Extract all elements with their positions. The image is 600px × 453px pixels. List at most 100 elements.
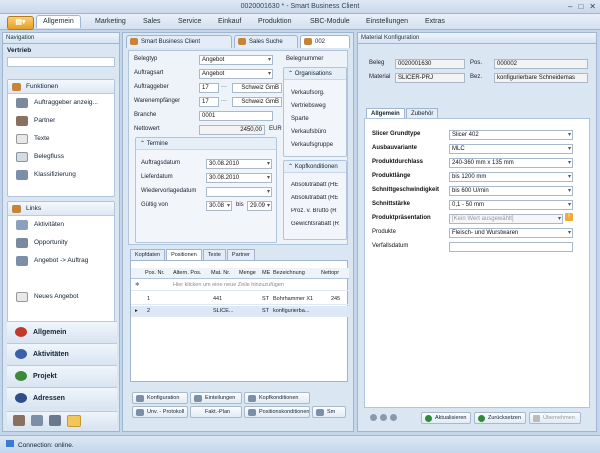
menu-sales[interactable]: Sales — [143, 18, 161, 25]
zuruecksetzen-button[interactable]: Zurücksetzen — [474, 412, 526, 424]
pager-dot-icon[interactable] — [380, 414, 387, 421]
kopfkonditionen-button[interactable]: Kopfkonditionen — [244, 392, 310, 404]
ausbauvariante-select[interactable]: MLC — [449, 144, 573, 154]
nav-item-partner[interactable]: Partner — [8, 112, 114, 130]
nav-search-input[interactable] — [7, 57, 115, 67]
col-pos-nr[interactable]: Pos. Nr. — [145, 270, 165, 276]
tab-partner[interactable]: Partner — [226, 249, 255, 260]
menu-marketing[interactable]: Marketing — [95, 18, 126, 25]
col-bezeichnung[interactable]: Bezeichnung — [273, 270, 305, 276]
label-branche: Branche — [134, 112, 157, 118]
nav-item-texte[interactable]: Texte — [8, 130, 114, 148]
tab-texte[interactable]: Texte — [202, 249, 226, 260]
belegtyp-select[interactable]: Angebot — [199, 55, 273, 65]
tab-document-002[interactable]: 002 — [300, 35, 350, 48]
app-menu-button[interactable]: ▤▾ — [7, 16, 34, 30]
label-pos: Pos. — [470, 60, 483, 66]
conditions-icon — [248, 409, 256, 416]
label-vertriebsweg: Vertriebsweg — [291, 103, 326, 109]
sm-button[interactable]: Sm — [312, 406, 346, 418]
new-row-hint[interactable]: ✱ Hier klicken um eine neue Zeile hinzuz… — [131, 280, 349, 291]
positionskonditionen-button[interactable]: Positionskonditionen — [244, 406, 310, 418]
einteilungen-button[interactable]: Einteilungen — [190, 392, 242, 404]
col-me[interactable]: ME — [262, 270, 270, 276]
schnittstaerke-select[interactable]: 0,1 - 50 mm — [449, 200, 573, 210]
fakt-plan-button[interactable]: Fakt.-Plan — [190, 406, 242, 418]
label-auftragsart: Auftragsart — [134, 70, 164, 76]
conditions-icon — [248, 395, 256, 402]
cell-bez: konfigurierba... — [273, 308, 310, 314]
tools-shortcut-icon[interactable] — [49, 415, 61, 426]
maximize-icon[interactable]: □ — [578, 2, 583, 11]
aktualisieren-button[interactable]: Aktualisieren — [421, 412, 471, 424]
cell-netto: 245 — [331, 296, 341, 302]
gueltig-von-picker[interactable]: 30.08 — [206, 201, 232, 211]
gueltig-bis-picker[interactable]: 29.09 — [247, 201, 272, 211]
branche-input[interactable]: 0001 — [199, 111, 273, 121]
pager-dot-icon[interactable] — [390, 414, 397, 421]
slicer-grundtype-select[interactable]: Slicer 402 — [449, 130, 573, 140]
links-header[interactable]: Links — [8, 202, 114, 216]
nav-big-allgemein[interactable]: Allgemein — [7, 321, 117, 343]
konfiguration-button[interactable]: Konfiguration — [132, 392, 188, 404]
table-row[interactable]: 1 441 ST Bohrhammer X1 245 — [131, 294, 349, 305]
contacts-shortcut-icon[interactable] — [13, 415, 25, 426]
auftragsdatum-picker[interactable]: 30.08.2010 — [206, 159, 272, 169]
verfallsdatum-input[interactable] — [449, 242, 573, 252]
sales-shortcut-icon[interactable] — [67, 415, 81, 427]
menu-einstellungen[interactable]: Einstellungen — [366, 18, 408, 25]
produktlaenge-select[interactable]: bis 1200 mm — [449, 172, 573, 182]
nav-item-angebot-auftrag[interactable]: Angebot -> Auftrag — [8, 252, 114, 270]
nav-big-aktivitaeten[interactable]: Aktivitäten — [7, 343, 117, 365]
nav-item-opportunity[interactable]: Opportunity — [8, 234, 114, 252]
menu-extras[interactable]: Extras — [425, 18, 445, 25]
produktpraesentation-select[interactable]: [Kein Wert ausgewählt] — [449, 214, 563, 224]
nav-big-projekt[interactable]: Projekt — [7, 365, 117, 387]
tab-sales-suche[interactable]: Sales Suche — [234, 35, 298, 48]
tab-positionen[interactable]: Positionen — [166, 249, 202, 260]
nav-title: Navigation — [3, 33, 119, 44]
tab-kopfdaten[interactable]: Kopfdaten — [130, 249, 166, 260]
col-nettopreis[interactable]: Nettopr — [321, 270, 347, 276]
lieferdatum-picker[interactable]: 30.08.2010 — [206, 173, 272, 183]
produkte-select[interactable]: Fleisch- und Wurstwaren — [449, 228, 573, 238]
nav-item-neues-angebot[interactable]: Neues Angebot — [8, 288, 114, 306]
protokoll-button[interactable]: Unv. - Protokoll — [132, 406, 188, 418]
minimize-icon[interactable]: – — [568, 2, 572, 11]
reset-icon — [478, 415, 485, 422]
col-altern-pos[interactable]: Altern. Pos. — [173, 270, 201, 276]
wiedervorlage-picker[interactable] — [206, 187, 272, 197]
lookup-icon[interactable]: ··· — [221, 98, 227, 104]
label-produktdurchlass: Produktdurchlass — [372, 159, 424, 165]
nav-item-auftraggeber[interactable]: Auftraggeber anzeig... — [8, 94, 114, 112]
close-icon[interactable]: ✕ — [589, 2, 596, 11]
table-row[interactable]: ▸ 2 SLICE... ST konfigurierba... — [131, 306, 349, 317]
nav-item-klassifizierung[interactable]: Klassifizierung — [8, 166, 114, 184]
menu-allgemein[interactable]: Allgemein — [36, 15, 81, 28]
nav-item-belegfluss[interactable]: Belegfluss — [8, 148, 114, 166]
col-menge[interactable]: Menge — [239, 270, 256, 276]
lookup-icon[interactable]: ··· — [221, 84, 227, 90]
uebernehmen-button[interactable]: Übernehmen — [529, 412, 581, 424]
warenempfaenger-input[interactable]: 17 — [199, 97, 219, 107]
nav-item-aktivitaeten[interactable]: Aktivitäten — [8, 216, 114, 234]
col-mat-nr[interactable]: Mat. Nr. — [211, 270, 230, 276]
schnittgeschwindigkeit-select[interactable]: bis 600 U/min — [449, 186, 573, 196]
auftraggeber-input[interactable]: 17 — [199, 83, 219, 93]
label-auftraggeber: Auftraggeber — [134, 84, 169, 90]
funktionen-header[interactable]: Funktionen — [8, 80, 114, 94]
pager-dot-icon[interactable] — [370, 414, 377, 421]
nav-big-adressen[interactable]: Adressen — [7, 387, 117, 409]
tab-smart-business-client[interactable]: Smart Business Client — [126, 35, 232, 48]
address-book-icon — [15, 393, 27, 403]
menu-sbc-module[interactable]: SBC-Module — [310, 18, 350, 25]
tasks-shortcut-icon[interactable] — [31, 415, 43, 426]
new-document-icon — [16, 292, 28, 302]
produktdurchlass-select[interactable]: 240-360 mm x 135 mm — [449, 158, 573, 168]
menu-einkauf[interactable]: Einkauf — [218, 18, 241, 25]
window-title: 0020001630 * - Smart Business Client — [240, 3, 360, 10]
menu-produktion[interactable]: Produktion — [258, 18, 291, 25]
positions-grid: Pos. Nr. Altern. Pos. Mat. Nr. Menge ME … — [130, 260, 349, 382]
auftragsart-select[interactable]: Angebot — [199, 69, 273, 79]
menu-service[interactable]: Service — [178, 18, 201, 25]
